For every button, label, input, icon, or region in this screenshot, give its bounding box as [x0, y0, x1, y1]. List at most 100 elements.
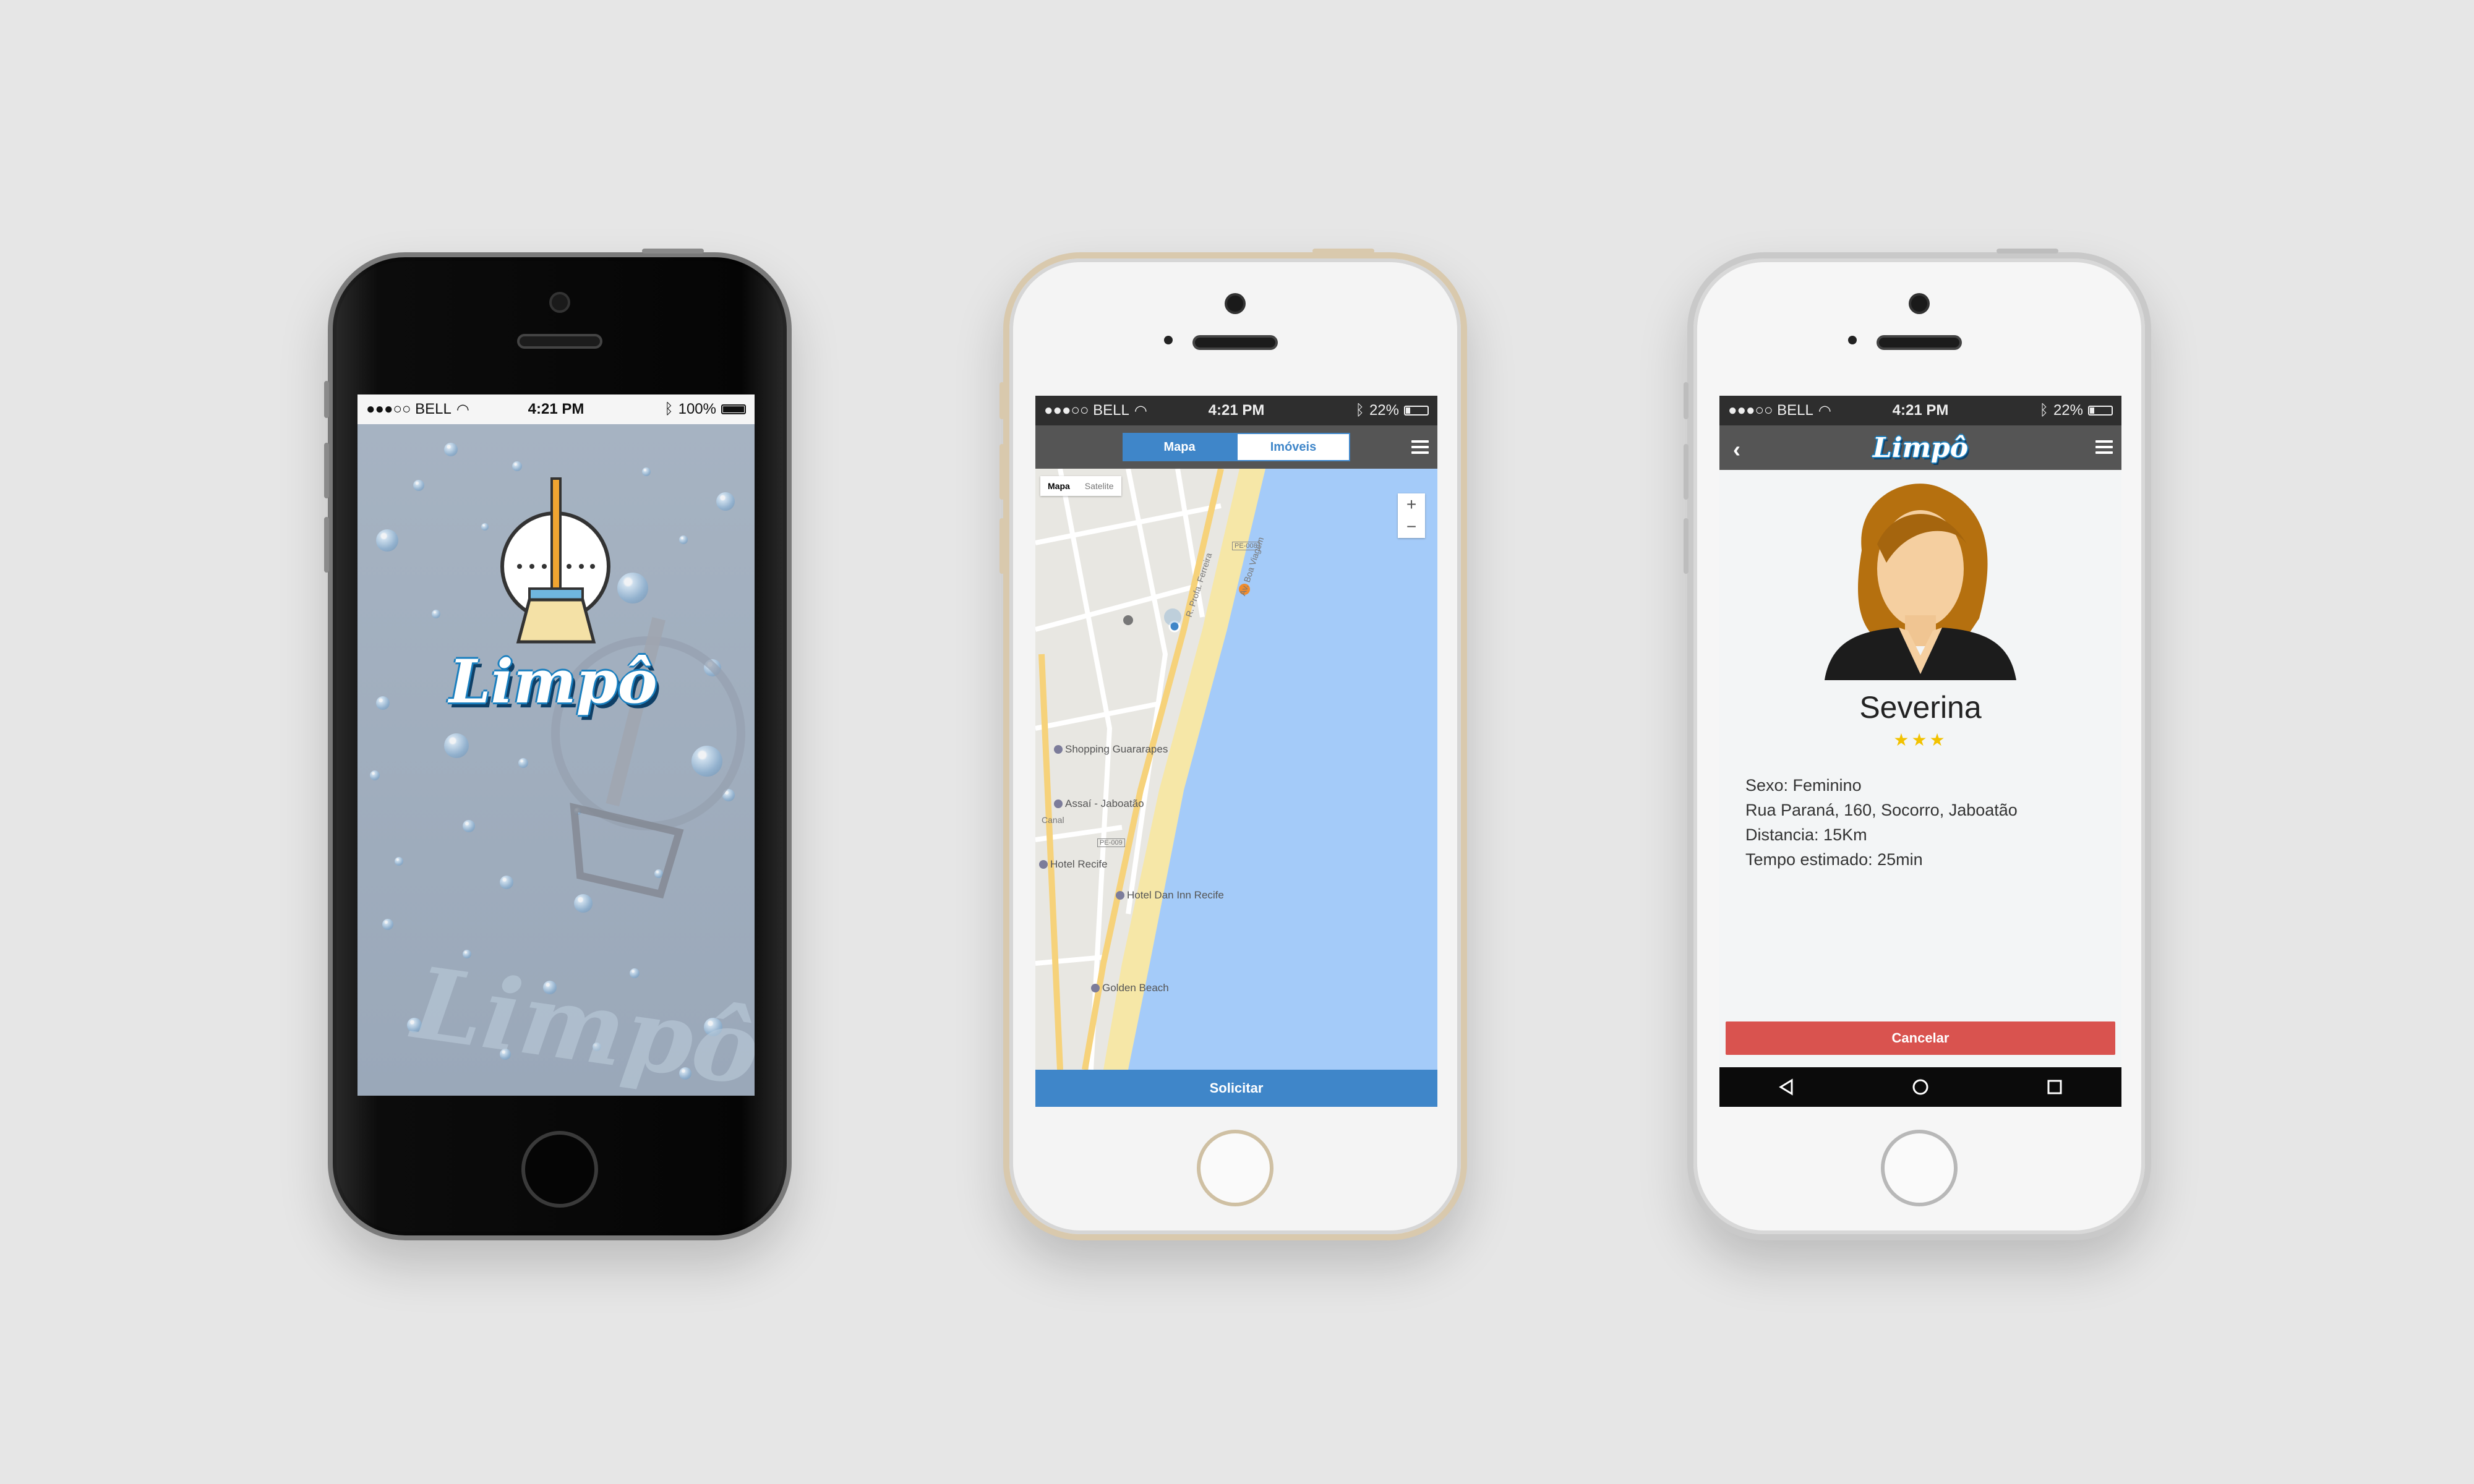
home-button[interactable]: [1881, 1130, 1958, 1206]
front-camera: [552, 294, 568, 310]
solicitar-button[interactable]: Solicitar: [1035, 1070, 1437, 1107]
poi-label[interactable]: Hotel Dan Inn Recife: [1116, 889, 1224, 902]
water-drop: [413, 480, 424, 491]
detail-tempo: Tempo estimado: 25min: [1745, 850, 1923, 869]
power-button: [1312, 249, 1374, 254]
avatar: [1825, 484, 2016, 680]
earpiece-speaker: [520, 336, 600, 346]
profile-panel: Severina ★★★ Sexo: Feminino Rua Paraná, …: [1719, 470, 2121, 1107]
wifi-icon: ◠: [1134, 402, 1147, 419]
mute-switch: [999, 382, 1004, 419]
hamburger-menu-icon[interactable]: [1411, 440, 1429, 457]
water-drop: [617, 573, 648, 603]
zoom-out-button[interactable]: −: [1398, 516, 1425, 538]
wifi-icon: ◠: [456, 401, 469, 418]
volume-down-button: [999, 518, 1004, 574]
water-drop: [642, 467, 651, 476]
battery-percent: 22%: [2053, 402, 2083, 419]
map-type-toggle: Mapa Satelite: [1040, 476, 1121, 496]
carrier-label: ●●●○○ BELL: [1728, 402, 1813, 419]
splash-background: Limpô Limpô: [357, 424, 755, 1096]
clock: 4:21 PM: [1208, 402, 1265, 419]
cancel-button[interactable]: Cancelar: [1726, 1021, 2115, 1055]
clock: 4:21 PM: [1892, 402, 1949, 419]
status-bar: ●●●○○ BELL ◠ 4:21 PM ᛒ 22%: [1035, 396, 1437, 425]
water-drop: [432, 610, 440, 618]
detail-sexo: Sexo: Feminino: [1745, 776, 1862, 795]
clock: 4:21 PM: [528, 401, 584, 417]
proximity-sensor: [1164, 336, 1173, 344]
bluetooth-icon: ᛒ: [1355, 402, 1364, 419]
map-canvas: [1035, 469, 1437, 1070]
zoom-in-button[interactable]: +: [1398, 493, 1425, 516]
nav-back-icon[interactable]: [1777, 1078, 1796, 1096]
tab-imoveis[interactable]: Imóveis: [1236, 433, 1350, 461]
back-arrow-icon[interactable]: ‹: [1733, 437, 1740, 463]
poi-label[interactable]: Assaí - Jaboatão: [1054, 798, 1144, 810]
water-drop: [512, 461, 522, 471]
nav-recents-icon[interactable]: [2045, 1078, 2064, 1096]
bluetooth-icon: ᛒ: [664, 401, 674, 417]
water-drop: [370, 770, 380, 780]
home-button[interactable]: [1197, 1130, 1273, 1206]
status-bar: ●●●○○ BELL ◠ 4:21 PM ᛒ 100%: [357, 394, 755, 424]
battery-icon: [721, 404, 746, 414]
proximity-sensor: [1848, 336, 1857, 344]
phone-profile: ●●●○○ BELL ◠ 4:21 PM ᛒ 22% ‹ Limpô Sever…: [1684, 249, 2151, 1240]
provider-name: Severina: [1859, 690, 1982, 725]
logo-text: Limpô: [449, 647, 657, 717]
phone-splash: ●●●○○ BELL ◠ 4:21 PM ᛒ 100% Limpô Limpô: [324, 249, 792, 1240]
street-label: Canal: [1042, 815, 1064, 825]
tab-mapa[interactable]: Mapa: [1123, 433, 1236, 461]
water-drop: [444, 733, 469, 758]
hamburger-menu-icon[interactable]: [2095, 440, 2113, 457]
volume-up-button: [324, 443, 329, 498]
battery-percent: 100%: [678, 401, 716, 417]
map-type-map[interactable]: Mapa: [1040, 476, 1077, 496]
nav-home-icon[interactable]: [1911, 1078, 1930, 1096]
water-drop: [463, 820, 475, 832]
poi-label[interactable]: Shopping Guararapes: [1054, 743, 1168, 756]
water-drop: [444, 443, 458, 456]
status-bar: ●●●○○ BELL ◠ 4:21 PM ᛒ 22%: [1719, 396, 2121, 425]
water-drop: [500, 876, 513, 889]
street-label: PE-009: [1097, 838, 1125, 847]
poi-label[interactable]: Golden Beach: [1091, 982, 1169, 994]
wifi-icon: ◠: [1818, 402, 1831, 419]
battery-icon: [1403, 406, 1429, 416]
home-button[interactable]: [521, 1131, 598, 1208]
map-screen: ●●●○○ BELL ◠ 4:21 PM ᛒ 22% Mapa Imóveis: [1035, 396, 1437, 1107]
mute-switch: [1684, 382, 1689, 419]
tab-bar: Mapa Imóveis: [1035, 425, 1437, 469]
front-camera: [1911, 296, 1927, 312]
earpiece-speaker: [1195, 338, 1275, 348]
water-drop: [376, 696, 390, 710]
mute-switch: [324, 381, 329, 418]
rating-stars: ★★★: [1893, 730, 1948, 749]
poi-label[interactable]: Hotel Recife: [1039, 858, 1108, 871]
map-view[interactable]: Av. Boa Viagem R. Profa. Ferreira PE-008…: [1035, 469, 1437, 1070]
bluetooth-icon: ᛒ: [2039, 402, 2048, 419]
volume-up-button: [999, 444, 1004, 500]
water-drop: [481, 523, 489, 531]
android-navbar: [1719, 1067, 2121, 1107]
water-drop: [518, 758, 528, 768]
water-drop: [395, 857, 403, 866]
volume-up-button: [1684, 444, 1689, 500]
splash-screen: ●●●○○ BELL ◠ 4:21 PM ᛒ 100% Limpô Limpô: [357, 394, 755, 1096]
street-label: PE-008: [1232, 542, 1260, 550]
map-type-satellite[interactable]: Satelite: [1077, 476, 1121, 496]
profile-screen: ●●●○○ BELL ◠ 4:21 PM ᛒ 22% ‹ Limpô Sever…: [1719, 396, 2121, 1107]
brand-logo-text: Limpô: [1872, 432, 1969, 464]
water-drop: [716, 492, 735, 511]
water-drop: [679, 535, 688, 544]
water-drop: [376, 529, 398, 552]
carrier-label: ●●●○○ BELL: [1044, 402, 1129, 419]
battery-icon: [2087, 406, 2113, 416]
power-button: [642, 249, 704, 254]
battery-percent: 22%: [1369, 402, 1399, 419]
faded-logo-text: Limpô: [406, 944, 755, 1096]
provider-details: Sexo: Feminino Rua Paraná, 160, Socorro,…: [1745, 773, 2018, 872]
broom-logo-icon: [500, 477, 610, 644]
power-button: [1997, 249, 2058, 254]
